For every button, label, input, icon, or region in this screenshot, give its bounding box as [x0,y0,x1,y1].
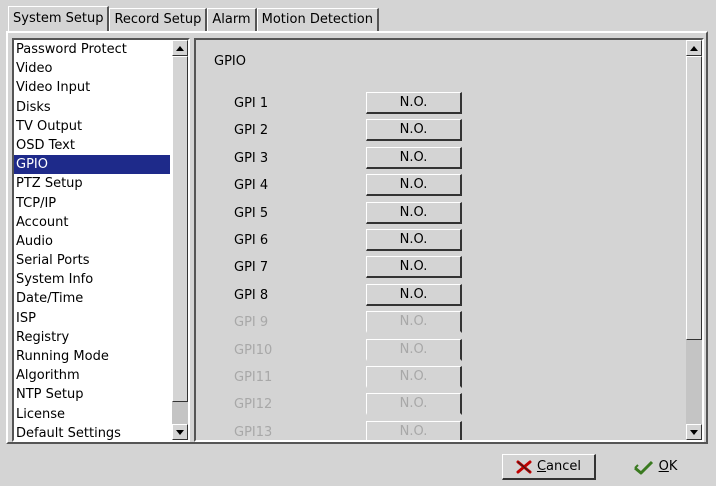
list-scroll-thumb[interactable] [172,56,188,402]
settings-category-list: Password Protect Video Video Input Disks TV … [12,38,190,442]
gpi-mode-button: N.O. [366,338,462,361]
list-scroll-down-button[interactable] [172,424,188,440]
sidebar-item-tcp-ip[interactable]: TCP/IP [14,194,170,213]
gpi-mode-button[interactable]: N.O. [366,174,462,197]
gpi-mode-button[interactable]: N.O. [366,283,462,306]
sidebar-item-tv-output[interactable]: TV Output [14,117,170,136]
gpi-label: GPI 8 [234,287,269,303]
sidebar-item-video[interactable]: Video [14,59,170,78]
gpi-row: GPI 7 N.O. [196,256,686,283]
category-list-items: Password Protect Video Video Input Disks TV … [14,40,170,440]
sidebar-item-serial-ports[interactable]: Serial Ports [14,251,170,270]
gpi-row: GPI13 N.O. [196,420,686,440]
gpi-row: GPI 8 N.O. [196,283,686,311]
sidebar-item-ntp-setup[interactable]: NTP Setup [14,385,170,404]
sidebar-item-default-settings[interactable]: Default Settings [14,424,170,440]
gpi-label: GPI 4 [234,178,269,194]
gpi-row: GPI 2 N.O. [196,119,686,146]
gpi-mode-button[interactable]: N.O. [366,146,462,169]
tab-bar: System Setup Record Setup Alarm Motion Dete… [8,6,379,33]
gpi-row: GPI12 N.O. [196,393,686,420]
cancel-button[interactable]: Cancel [502,454,596,480]
gpi-mode-button: N.O. [366,420,462,440]
sidebar-item-account[interactable]: Account [14,213,170,232]
arrow-up-icon [176,45,184,51]
gpio-settings-area: GPIO GPI 1 N.O. GPI 2 N.O. GPI 3 N.O. GPI 4 N.O… [194,38,704,442]
sidebar-item-video-input[interactable]: Video Input [14,78,170,97]
gpi-mode-button[interactable]: N.O. [366,119,462,142]
gpi-row: GPI10 N.O. [196,338,686,366]
gpi-mode-button: N.O. [366,366,462,388]
green-check-arrow-icon [633,460,653,474]
gpi-row: GPI 1 N.O. [196,92,686,119]
gpi-label: GPI 9 [234,315,269,331]
sidebar-item-ptz-setup[interactable]: PTZ Setup [14,174,170,193]
gpio-content: GPIO GPI 1 N.O. GPI 2 N.O. GPI 3 N.O. GPI 4 N.O… [196,40,686,440]
settings-panel: Password Protect Video Video Input Disks TV … [6,31,708,444]
gpi-row: GPI 5 N.O. [196,201,686,229]
gpi-label: GPI 6 [234,233,269,248]
gpi-label: GPI 2 [234,123,269,139]
gpi-label: GPI 7 [234,260,269,276]
tab-system-setup[interactable]: System Setup [8,6,110,33]
gpi-mode-button: N.O. [366,311,462,334]
arrow-down-icon [690,429,698,435]
gpi-row: GPI 4 N.O. [196,174,686,201]
ok-label: OK [658,459,678,474]
gpi-mode-button[interactable]: N.O. [366,229,462,251]
sidebar-item-isp[interactable]: ISP [14,309,170,328]
tab-motion-detection[interactable]: Motion Detection [256,8,379,31]
sidebar-item-running-mode[interactable]: Running Mode [14,347,170,366]
sidebar-item-date-time[interactable]: Date/Time [14,289,170,308]
gpi-label: GPI 1 [234,96,269,111]
gpi-mode-button[interactable]: N.O. [366,92,462,114]
tab-record-setup[interactable]: Record Setup [109,8,208,31]
red-x-icon [516,460,532,473]
gpi-mode-button[interactable]: N.O. [366,256,462,279]
section-title: GPIO [214,54,246,69]
sidebar-item-audio[interactable]: Audio [14,232,170,251]
gpi-mode-button: N.O. [366,393,462,416]
gpi-label: GPI13 [234,424,273,440]
sidebar-item-gpio[interactable]: GPIO [14,155,170,175]
sidebar-item-system-info[interactable]: System Info [14,270,170,289]
gpi-row: GPI 9 N.O. [196,311,686,338]
gpi-row: GPI 3 N.O. [196,146,686,174]
sidebar-item-registry[interactable]: Registry [14,328,170,347]
arrow-down-icon [176,429,184,435]
list-scroll-up-button[interactable] [172,40,188,56]
gpi-label: GPI 3 [234,150,269,166]
gpi-label: GPI11 [234,370,273,385]
content-scroll-down-button[interactable] [686,424,702,440]
ok-button[interactable]: OK [602,454,708,480]
cancel-label: Cancel [536,459,582,474]
content-scrollbar[interactable] [686,40,702,440]
gpi-label: GPI10 [234,342,273,358]
content-scroll-up-button[interactable] [686,40,702,56]
sidebar-item-license[interactable]: License [14,405,170,424]
content-scroll-thumb[interactable] [686,56,702,340]
arrow-up-icon [690,45,698,51]
sidebar-item-osd-text[interactable]: OSD Text [14,136,170,155]
gpi-row: GPI11 N.O. [196,366,686,393]
sidebar-item-password-protect[interactable]: Password Protect [14,40,170,59]
list-scrollbar[interactable] [172,40,188,440]
sidebar-item-algorithm[interactable]: Algorithm [14,366,170,385]
gpi-row: GPI 6 N.O. [196,229,686,256]
sidebar-item-disks[interactable]: Disks [14,98,170,117]
gpi-mode-button[interactable]: N.O. [366,201,462,224]
tab-alarm[interactable]: Alarm [207,8,257,31]
gpi-label: GPI12 [234,397,273,413]
gpi-label: GPI 5 [234,205,269,221]
